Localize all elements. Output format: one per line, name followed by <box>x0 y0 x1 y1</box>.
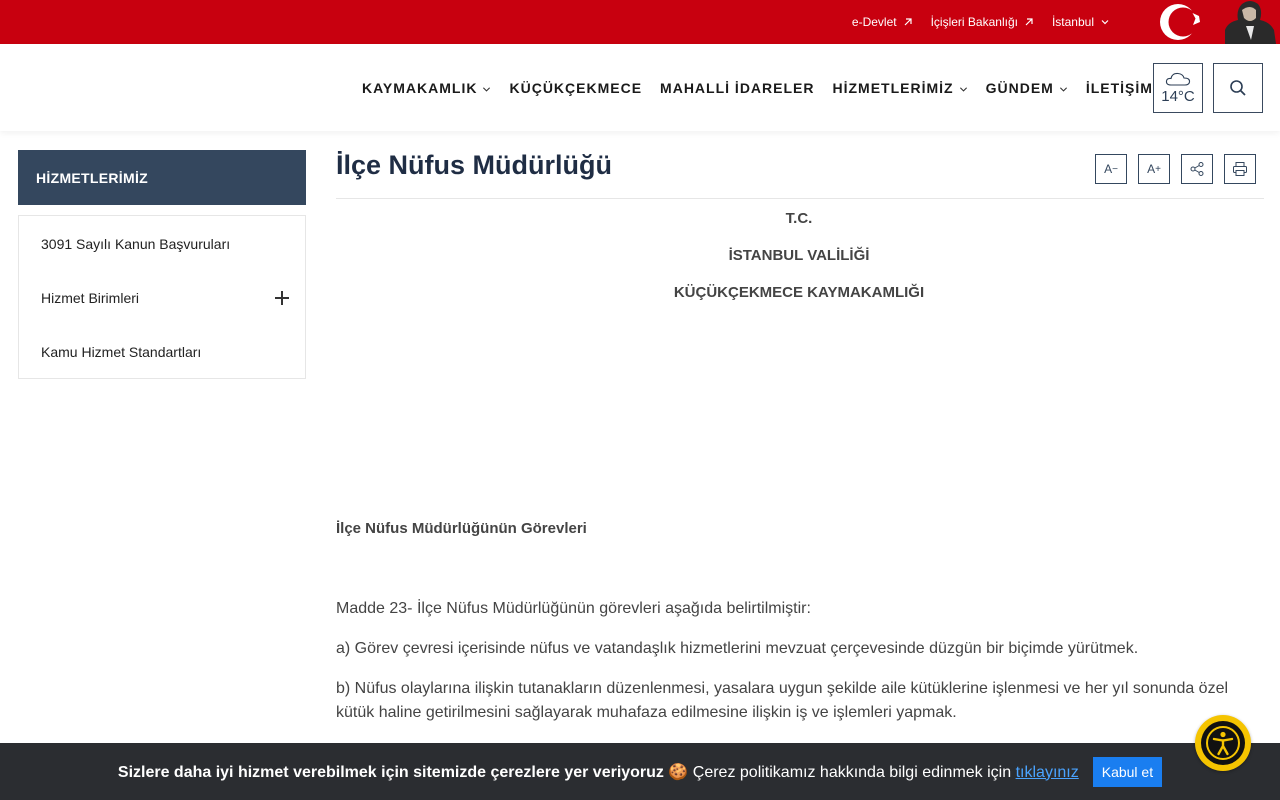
sidebar-heading: HİZMETLERİMİZ <box>18 150 306 205</box>
turkish-flag-portrait-image <box>1150 0 1280 44</box>
nav-hizmetlerimiz[interactable]: HİZMETLERİMİZ <box>832 80 967 96</box>
external-arrow-icon <box>904 18 912 26</box>
nav-mahalli-idareler-label: MAHALLİ İDARELER <box>660 79 815 96</box>
share-button[interactable] <box>1181 154 1213 184</box>
istanbul-dropdown[interactable]: İstanbul <box>1052 15 1110 29</box>
font-decrease-label: A <box>1104 162 1113 176</box>
edevlet-link[interactable]: e-Devlet <box>852 15 913 29</box>
cookie-text: Sizlere daha iyi hizmet verebilmek için … <box>118 762 1079 782</box>
share-icon <box>1190 162 1204 176</box>
nav-gundem-label: GÜNDEM <box>985 79 1054 96</box>
paragraph-a: a) Görev çevresi içerisinde nüfus ve vat… <box>336 640 1139 657</box>
page-title: İlçe Nüfus Müdürlüğü <box>336 150 612 180</box>
nav-kucukcekmece-label: KÜÇÜKÇEKMECE <box>509 79 643 96</box>
main-navbar: KAYMAKAMLIK KÜÇÜKÇEKMECE MAHALLİ İDARELE… <box>0 44 1280 131</box>
chevron-down-icon <box>959 86 967 92</box>
plus-icon[interactable] <box>275 291 289 305</box>
nav-hizmetlerimiz-label: HİZMETLERİMİZ <box>832 79 954 96</box>
chevron-down-icon <box>483 86 491 92</box>
header-line-kaymakamlik: KÜÇÜKÇEKMECE KAYMAKAMLIĞI <box>673 284 925 301</box>
print-button[interactable] <box>1224 154 1256 184</box>
cookie-bar: Sizlere daha iyi hizmet verebilmek için … <box>0 743 1280 800</box>
nav-gundem[interactable]: GÜNDEM <box>986 80 1068 96</box>
icisleri-link[interactable]: İçişleri Bakanlığı <box>931 15 1034 29</box>
sidebar-item-label: Hizmet Birimleri <box>41 290 139 306</box>
header-line-tc: T.C. <box>785 210 813 227</box>
sidebar-item-kamu-hizmet[interactable]: Kamu Hizmet Standartları <box>19 325 305 379</box>
font-increase-button[interactable]: A + <box>1138 154 1170 184</box>
nav-mahalli-idareler[interactable]: MAHALLİ İDARELER <box>660 80 814 96</box>
sidebar-item-label: Kamu Hizmet Standartları <box>41 344 202 360</box>
font-increase-label: A <box>1147 162 1156 176</box>
font-decrease-sup: − <box>1112 163 1118 175</box>
accessibility-button[interactable] <box>1195 715 1251 771</box>
weather-temp: 14°C <box>1161 88 1195 105</box>
title-divider <box>336 198 1264 199</box>
cookie-icon: 🍪 <box>668 763 689 781</box>
font-decrease-button[interactable]: A − <box>1095 154 1127 184</box>
sidebar-item-label: 3091 Sayılı Kanun Başvuruları <box>41 236 231 252</box>
nav-iletisim[interactable]: İLETİŞİM <box>1086 80 1153 96</box>
page-tools: A − A + <box>1095 154 1256 184</box>
top-bar: e-Devlet İçişleri Bakanlığı İstanbul <box>0 0 1280 44</box>
cloud-icon <box>1165 72 1191 86</box>
header-line-valilik: İSTANBUL VALİLİĞİ <box>728 247 870 264</box>
nav-iletisim-label: İLETİŞİM <box>1085 79 1153 96</box>
icisleri-link-label: İçişleri Bakanlığı <box>930 15 1018 29</box>
edevlet-link-label: e-Devlet <box>851 15 897 29</box>
chevron-down-icon <box>1059 86 1067 92</box>
external-arrow-icon <box>1025 18 1033 26</box>
paragraph-b: b) Nüfus olaylarına ilişkin tutanakların… <box>336 680 1229 721</box>
istanbul-dropdown-label: İstanbul <box>1051 15 1094 29</box>
font-increase-sup: + <box>1155 163 1161 175</box>
paragraph-madde: Madde 23- İlçe Nüfus Müdürlüğünün görevl… <box>336 600 811 617</box>
accept-cookies-button[interactable]: Kabul et <box>1092 756 1163 787</box>
weather-widget[interactable]: 14°C <box>1153 63 1203 113</box>
section-title: İlçe Nüfus Müdürlüğünün Görevleri <box>336 520 587 537</box>
search-icon <box>1230 80 1246 96</box>
chevron-down-icon <box>1101 20 1109 25</box>
main-menu: KAYMAKAMLIK KÜÇÜKÇEKMECE MAHALLİ İDARELE… <box>362 44 1153 131</box>
sidebar-menu: 3091 Sayılı Kanun Başvuruları Hizmet Bir… <box>18 215 306 379</box>
nav-kaymakamlik-label: KAYMAKAMLIK <box>362 79 478 96</box>
nav-kucukcekmece[interactable]: KÜÇÜKÇEKMECE <box>509 80 642 96</box>
sidebar-item-3091-kanun[interactable]: 3091 Sayılı Kanun Başvuruları <box>19 217 305 271</box>
cookie-policy-link[interactable]: tıklayınız <box>1016 764 1079 781</box>
search-button[interactable] <box>1213 63 1263 113</box>
top-links: e-Devlet İçişleri Bakanlığı İstanbul <box>852 0 1110 44</box>
cookie-bold-text: Sizlere daha iyi hizmet verebilmek için … <box>117 763 664 781</box>
print-icon <box>1233 162 1247 176</box>
sidebar-item-hizmet-birimleri[interactable]: Hizmet Birimleri <box>19 271 305 325</box>
cookie-info-text: Çerez politikamız hakkında bilgi edinmek… <box>692 763 1012 781</box>
nav-kaymakamlik[interactable]: KAYMAKAMLIK <box>362 80 491 96</box>
accessibility-icon <box>1201 721 1245 765</box>
